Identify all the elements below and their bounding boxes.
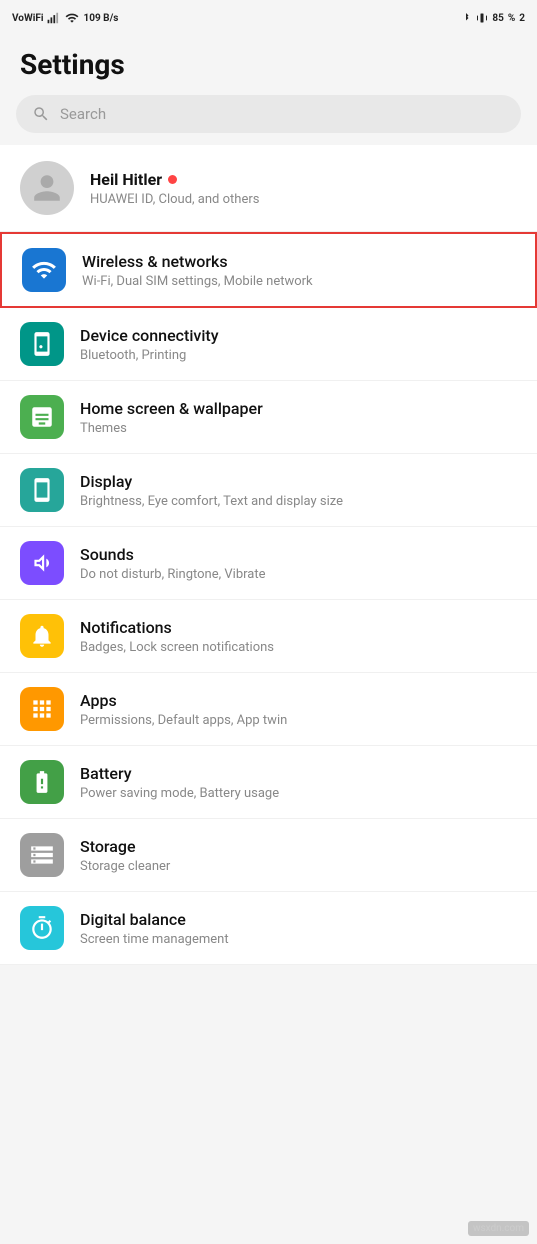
status-right: 85 % 2	[460, 11, 525, 25]
home-screen-text: Home screen & wallpaper Themes	[80, 399, 517, 436]
notifications-icon-box	[20, 614, 64, 658]
avatar-icon	[31, 172, 63, 204]
battery-percent: %	[508, 13, 515, 24]
digital-balance-icon-box	[20, 906, 64, 950]
avatar	[20, 161, 74, 215]
search-placeholder: Search	[60, 105, 106, 123]
home-screen-icon	[29, 404, 55, 430]
device-connectivity-icon-box	[20, 322, 64, 366]
settings-item-notifications[interactable]: Notifications Badges, Lock screen notifi…	[0, 600, 537, 673]
digital-balance-subtitle: Screen time management	[80, 932, 517, 947]
storage-title: Storage	[80, 837, 517, 856]
apps-icon-box	[20, 687, 64, 731]
device-connectivity-icon	[29, 331, 55, 357]
wireless-text: Wireless & networks Wi-Fi, Dual SIM sett…	[82, 252, 515, 289]
digital-balance-icon	[29, 915, 55, 941]
notifications-text: Notifications Badges, Lock screen notifi…	[80, 618, 517, 655]
status-left: VoWiFi 109 B/s	[12, 11, 118, 25]
profile-subtitle: HUAWEI ID, Cloud, and others	[90, 192, 259, 207]
battery-text: 85	[492, 13, 503, 24]
home-screen-title: Home screen & wallpaper	[80, 399, 517, 418]
apps-subtitle: Permissions, Default apps, App twin	[80, 713, 517, 728]
home-screen-icon-box	[20, 395, 64, 439]
battery-icon	[29, 769, 55, 795]
wifi-icon	[65, 11, 79, 25]
storage-text: Storage Storage cleaner	[80, 837, 517, 874]
device-connectivity-title: Device connectivity	[80, 326, 517, 345]
settings-item-apps[interactable]: Apps Permissions, Default apps, App twin	[0, 673, 537, 746]
display-icon-box	[20, 468, 64, 512]
settings-item-home-screen[interactable]: Home screen & wallpaper Themes	[0, 381, 537, 454]
device-connectivity-text: Device connectivity Bluetooth, Printing	[80, 326, 517, 363]
search-bar[interactable]: Search	[16, 95, 521, 133]
wifi-settings-icon	[31, 257, 57, 283]
speed-text: 109 B/s	[83, 13, 118, 24]
vibrate-icon	[476, 11, 488, 25]
battery-text: Battery Power saving mode, Battery usage	[80, 764, 517, 801]
wireless-subtitle: Wi-Fi, Dual SIM settings, Mobile network	[82, 274, 515, 289]
notifications-title: Notifications	[80, 618, 517, 637]
apps-text: Apps Permissions, Default apps, App twin	[80, 691, 517, 728]
sounds-icon-box	[20, 541, 64, 585]
status-network: VoWiFi	[12, 13, 43, 24]
home-screen-subtitle: Themes	[80, 421, 517, 436]
storage-subtitle: Storage cleaner	[80, 859, 517, 874]
settings-item-sounds[interactable]: Sounds Do not disturb, Ringtone, Vibrate	[0, 527, 537, 600]
apps-title: Apps	[80, 691, 517, 710]
wireless-title: Wireless & networks	[82, 252, 515, 271]
settings-item-digital-balance[interactable]: Digital balance Screen time management	[0, 892, 537, 965]
battery-subtitle: Power saving mode, Battery usage	[80, 786, 517, 801]
storage-icon	[29, 842, 55, 868]
settings-item-wireless[interactable]: Wireless & networks Wi-Fi, Dual SIM sett…	[0, 232, 537, 308]
profile-item[interactable]: Heil Hitler HUAWEI ID, Cloud, and others	[0, 145, 537, 232]
settings-item-battery[interactable]: Battery Power saving mode, Battery usage	[0, 746, 537, 819]
online-dot	[168, 175, 177, 184]
profile-info: Heil Hitler HUAWEI ID, Cloud, and others	[90, 170, 259, 207]
signal-icon	[47, 11, 61, 25]
bluetooth-icon	[460, 11, 472, 25]
settings-item-display[interactable]: Display Brightness, Eye comfort, Text an…	[0, 454, 537, 527]
settings-header: Settings	[0, 36, 537, 91]
watermark: wsxdn.com	[468, 1221, 529, 1236]
settings-item-storage[interactable]: Storage Storage cleaner	[0, 819, 537, 892]
search-icon	[32, 105, 50, 123]
display-text: Display Brightness, Eye comfort, Text an…	[80, 472, 517, 509]
sounds-subtitle: Do not disturb, Ringtone, Vibrate	[80, 567, 517, 582]
display-title: Display	[80, 472, 517, 491]
display-subtitle: Brightness, Eye comfort, Text and displa…	[80, 494, 517, 509]
sounds-text: Sounds Do not disturb, Ringtone, Vibrate	[80, 545, 517, 582]
notifications-subtitle: Badges, Lock screen notifications	[80, 640, 517, 655]
page-title: Settings	[20, 48, 517, 81]
battery-title: Battery	[80, 764, 517, 783]
digital-balance-title: Digital balance	[80, 910, 517, 929]
battery-icon-box	[20, 760, 64, 804]
digital-balance-text: Digital balance Screen time management	[80, 910, 517, 947]
display-icon	[29, 477, 55, 503]
sounds-icon	[29, 550, 55, 576]
status-bar: VoWiFi 109 B/s 85 % 2	[0, 0, 537, 36]
carrier-text: 2	[519, 13, 525, 24]
wireless-icon-box	[22, 248, 66, 292]
profile-name: Heil Hitler	[90, 170, 259, 189]
sounds-title: Sounds	[80, 545, 517, 564]
notifications-icon	[29, 623, 55, 649]
storage-icon-box	[20, 833, 64, 877]
device-connectivity-subtitle: Bluetooth, Printing	[80, 348, 517, 363]
apps-icon	[29, 696, 55, 722]
settings-item-device-connectivity[interactable]: Device connectivity Bluetooth, Printing	[0, 308, 537, 381]
settings-list: Wireless & networks Wi-Fi, Dual SIM sett…	[0, 232, 537, 965]
